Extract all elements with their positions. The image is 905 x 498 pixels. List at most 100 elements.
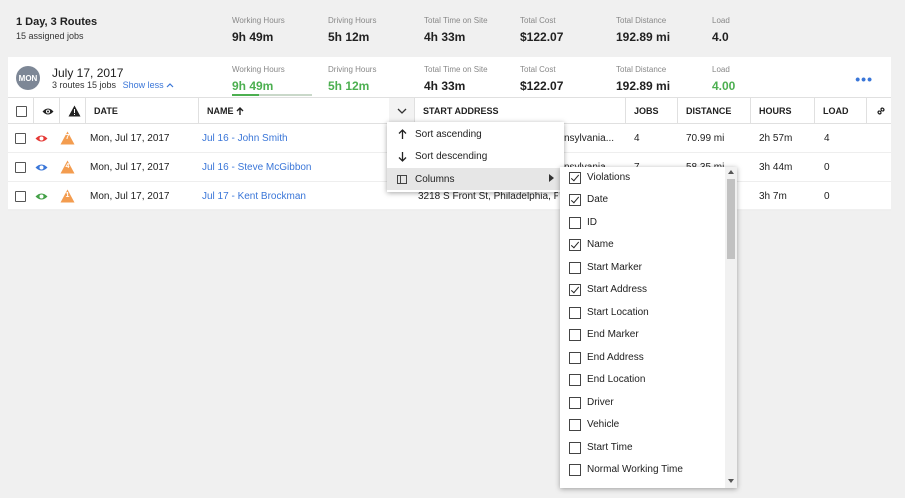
stat-label: Total Time on Site: [424, 65, 488, 74]
stat-value: $122.07: [520, 30, 564, 44]
columns-item[interactable]: Columns: [387, 168, 564, 190]
stat-value: 192.89 mi: [616, 79, 671, 93]
column-toggle-end-marker[interactable]: End Marker: [560, 324, 725, 346]
stat-value: 9h 49m: [232, 30, 274, 44]
scroll-up-icon[interactable]: [728, 170, 734, 174]
column-toggle-violations[interactable]: Violations: [560, 167, 725, 189]
row-load: 0: [824, 190, 830, 202]
column-checkbox[interactable]: [569, 374, 581, 386]
column-toggle-normal-working-time[interactable]: Normal Working Time: [560, 459, 725, 481]
violation-warning-icon[interactable]: 7: [60, 131, 75, 145]
column-toggle-driver[interactable]: Driver: [560, 392, 725, 414]
row-name-link[interactable]: Jul 16 - John Smith: [202, 124, 288, 152]
column-toggle-start-location[interactable]: Start Location: [560, 302, 725, 324]
row-date: Mon, Jul 17, 2017: [90, 132, 170, 144]
route-date: July 17, 2017: [52, 66, 124, 80]
stat-value: 5h 12m: [328, 79, 370, 93]
column-toggle-date[interactable]: Date: [560, 189, 725, 211]
column-checkbox[interactable]: [569, 217, 581, 229]
column-checkbox[interactable]: [569, 172, 581, 184]
name-column-header[interactable]: NAME: [199, 98, 389, 124]
load-column-header[interactable]: LOAD: [815, 98, 867, 124]
column-toggle-label: Start Marker: [587, 262, 643, 273]
violation-warning-icon[interactable]: 4: [60, 160, 75, 174]
column-toggle-vehicle[interactable]: Vehicle: [560, 414, 725, 436]
table-header: DATE NAME START ADDRESS JOBS DISTANCE HO…: [8, 97, 891, 124]
column-toggle-label: Name: [587, 239, 614, 250]
row-name-link[interactable]: Jul 16 - Steve McGibbon: [202, 153, 312, 181]
eye-icon: [42, 108, 54, 114]
sort-descending-item[interactable]: Sort descending: [387, 145, 564, 167]
column-checkbox[interactable]: [569, 307, 581, 319]
row-distance: 70.99 mi: [686, 132, 725, 144]
column-toggle-end-location[interactable]: End Location: [560, 369, 725, 391]
select-all-checkbox[interactable]: [16, 105, 27, 117]
day-avatar: MON: [16, 66, 40, 90]
column-menu-toggle[interactable]: [389, 98, 415, 124]
date-column-header[interactable]: DATE: [86, 98, 199, 124]
column-checkbox[interactable]: [569, 442, 581, 454]
scrollbar-thumb[interactable]: [727, 179, 735, 259]
start-address-column-header[interactable]: START ADDRESS: [415, 98, 626, 124]
column-toggle-label: Normal Working Time: [587, 464, 683, 475]
visibility-column-header[interactable]: [34, 98, 60, 124]
summary-time-on-site: Total Time on Site 4h 33m: [424, 16, 488, 44]
hours-column-header[interactable]: HOURS: [751, 98, 815, 124]
eye-icon[interactable]: [35, 134, 48, 143]
violation-count: 7: [65, 134, 70, 141]
row-name-link[interactable]: Jul 17 - Kent Brockman: [202, 182, 306, 210]
column-checkbox[interactable]: [569, 194, 581, 206]
more-options-icon[interactable]: •••: [855, 71, 873, 87]
working-hours-progress: [232, 94, 312, 96]
stat-value: 4h 33m: [424, 30, 466, 44]
row-checkbox[interactable]: [15, 161, 26, 173]
row-checkbox[interactable]: [15, 132, 26, 144]
stat-value: 5h 12m: [328, 30, 370, 44]
column-checkbox[interactable]: [569, 284, 581, 296]
column-toggle-start-marker[interactable]: Start Marker: [560, 257, 725, 279]
columns-scrollbar[interactable]: [725, 167, 737, 488]
column-toggle-end-address[interactable]: End Address: [560, 347, 725, 369]
column-toggle-id[interactable]: ID: [560, 212, 725, 234]
column-toggle-name[interactable]: Name: [560, 234, 725, 256]
column-toggle-start-address[interactable]: Start Address: [560, 279, 725, 301]
column-toggle-start-time[interactable]: Start Time: [560, 437, 725, 459]
column-toggle-label: Vehicle: [587, 419, 620, 430]
route-total-cost: Total Cost $122.07: [520, 65, 563, 93]
warning-icon: [68, 105, 81, 117]
row-load: 0: [824, 161, 830, 173]
route-subtitle: 3 routes 15 jobs Show less: [52, 80, 174, 90]
column-checkbox[interactable]: [569, 352, 581, 364]
row-jobs: 4: [634, 132, 640, 144]
summary-subtitle: 15 assigned jobs: [16, 31, 84, 41]
violation-warning-icon[interactable]: 1: [60, 189, 75, 203]
link-column-header[interactable]: [867, 98, 891, 124]
stat-label: Total Cost: [520, 16, 556, 25]
violations-column-header[interactable]: [60, 98, 86, 124]
column-checkbox[interactable]: [569, 464, 581, 476]
row-checkbox[interactable]: [15, 190, 26, 202]
row-hours: 2h 57m: [759, 132, 793, 144]
column-checkbox[interactable]: [569, 419, 581, 431]
show-less-label: Show less: [122, 80, 164, 90]
sort-ascending-item[interactable]: Sort ascending: [387, 123, 564, 145]
columns-icon: [397, 174, 407, 184]
stat-value: 4.0: [712, 30, 729, 44]
jobs-column-header[interactable]: JOBS: [626, 98, 678, 124]
eye-icon[interactable]: [35, 192, 48, 201]
show-less-link[interactable]: Show less: [123, 80, 175, 90]
column-checkbox[interactable]: [569, 329, 581, 341]
column-checkbox[interactable]: [569, 397, 581, 409]
column-checkbox[interactable]: [569, 239, 581, 251]
scroll-down-icon[interactable]: [728, 479, 734, 483]
columns-submenu: Violations Date ID Name Start Marker Sta…: [560, 167, 737, 488]
column-toggle-label: End Location: [587, 374, 646, 385]
distance-column-header[interactable]: DISTANCE: [678, 98, 751, 124]
select-all-cell: [8, 98, 34, 124]
column-toggle-label: Start Location: [587, 307, 649, 318]
stat-label: Driving Hours: [328, 65, 377, 74]
column-checkbox[interactable]: [569, 262, 581, 274]
stat-value: 4h 33m: [424, 79, 466, 93]
stat-value: 192.89 mi: [616, 30, 671, 44]
eye-icon[interactable]: [35, 163, 48, 172]
